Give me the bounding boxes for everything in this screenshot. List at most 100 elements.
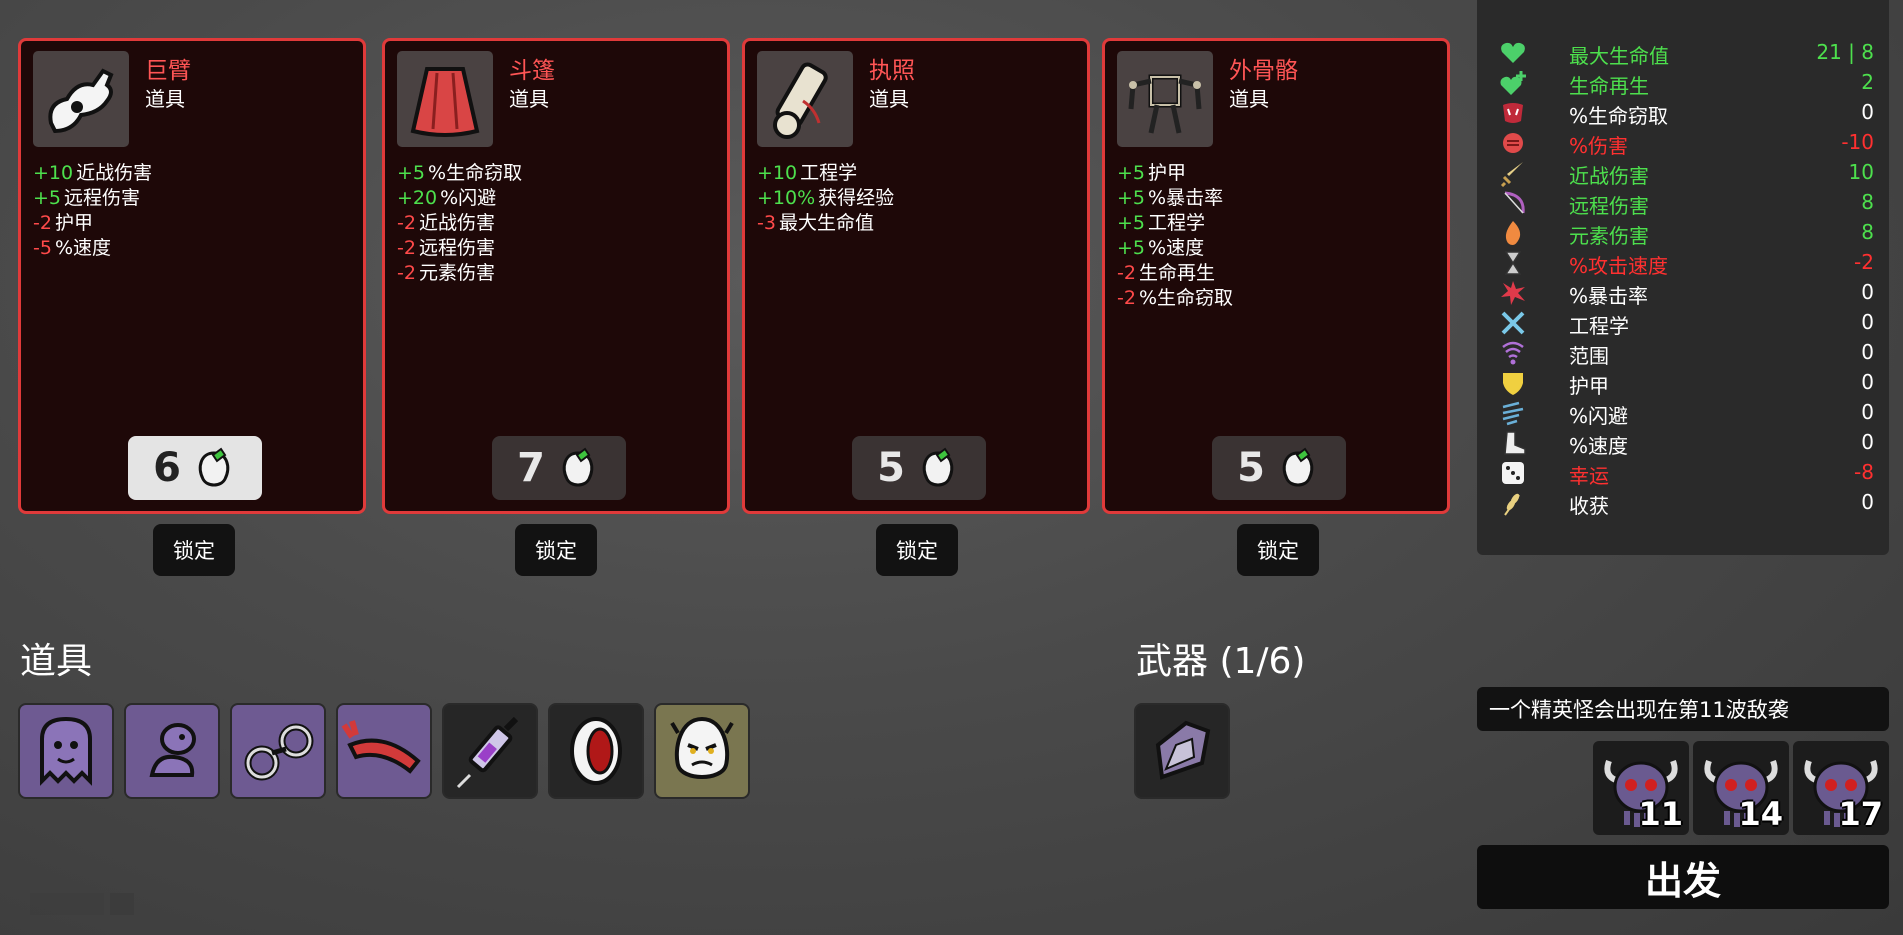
stat-row-dodge[interactable]: %闪避 0 — [1499, 398, 1874, 428]
stat-line: +5 %速度 — [1117, 237, 1205, 259]
cape-icon — [397, 51, 493, 147]
inventory-item-baby-alien[interactable] — [124, 703, 220, 799]
wave-number: 11 — [1638, 795, 1683, 833]
stat-line: -5 %速度 — [33, 237, 112, 259]
stat-line: +5 护甲 — [1117, 162, 1187, 184]
material-icon — [922, 447, 954, 487]
stat-row-ranged-damage[interactable]: 远程伤害 8 — [1499, 188, 1874, 218]
shop-card-cape[interactable]: 斗篷 道具 +5 %生命窃取 +20 %闪避 -2 近战伤害 -2 远程伤害 -2 元素伤… — [382, 38, 730, 514]
elite-wave-message: 一个精英怪会出现在第11波敌袭 — [1477, 687, 1889, 731]
stat-line: -2 近战伤害 — [397, 212, 495, 234]
inventory-item-ghost[interactable] — [18, 703, 114, 799]
price-value: 5 — [1237, 445, 1265, 491]
stat-row-engineering[interactable]: 工程学 0 — [1499, 308, 1874, 338]
heart-icon — [1501, 42, 1525, 63]
stat-line: +5 远程伤害 — [33, 187, 141, 209]
stat-row-lifesteal[interactable]: %生命窃取 0 — [1499, 98, 1874, 128]
stat-row-elemental-damage[interactable]: 元素伤害 8 — [1499, 218, 1874, 248]
lifesteal-icon — [1503, 103, 1523, 123]
card-title: 巨臂 — [145, 58, 191, 84]
screaming-mouth-icon — [570, 717, 622, 785]
buy-price-button[interactable]: 5 — [852, 436, 986, 500]
elite-wave-marker: 14 — [1693, 741, 1789, 835]
items-section-title: 道具 — [20, 641, 93, 682]
stat-row-harvesting[interactable]: 收获 0 — [1499, 488, 1874, 518]
alien-baby-icon — [149, 723, 196, 777]
stat-row-damage[interactable]: %伤害 -10 — [1499, 128, 1874, 158]
stat-line: -2 生命再生 — [1117, 262, 1215, 284]
stat-row-melee-damage[interactable]: 近战伤害 10 — [1499, 158, 1874, 188]
card-type: 道具 — [1229, 87, 1269, 111]
stat-line: -2 元素伤害 — [397, 262, 495, 284]
shop-card-license[interactable]: 执照 道具 +10 工程学 +10% 获得经验 -3 最大生命值 5 — [742, 38, 1090, 514]
bow-icon — [1504, 191, 1525, 214]
card-title: 外骨骼 — [1229, 58, 1298, 84]
stat-line: +5 工程学 — [1117, 212, 1206, 234]
buy-price-button[interactable]: 7 — [492, 436, 626, 500]
card-type: 道具 — [869, 87, 909, 111]
crystal-shard-icon — [1155, 720, 1211, 780]
inventory-item-syringe[interactable] — [442, 703, 538, 799]
decorative-block — [110, 893, 134, 915]
stat-row-speed[interactable]: %速度 0 — [1499, 428, 1874, 458]
dice-icon — [1502, 462, 1524, 484]
scroll-icon — [757, 51, 853, 147]
go-button[interactable]: 出发 — [1477, 845, 1889, 909]
stat-row-armor[interactable]: 护甲 0 — [1499, 368, 1874, 398]
giant-arm-icon — [33, 51, 129, 147]
crit-burst-icon — [1501, 281, 1525, 305]
inventory-item-screaming-mouth[interactable] — [548, 703, 644, 799]
stat-line: +10 工程学 — [757, 162, 858, 184]
shop-card-giant-arm[interactable]: 巨臂 道具 +10 近战伤害 +5 远程伤害 -2 护甲 -5 %速度 6 — [18, 38, 366, 514]
regen-heart-icon — [1500, 71, 1526, 95]
card-title: 斗篷 — [509, 58, 555, 84]
stat-line: -2 护甲 — [33, 212, 93, 234]
stat-line: +5 %生命窃取 — [397, 162, 523, 184]
card-stats: +5 护甲 +5 %暴击率 +5 工程学 +5 %速度 -2 生命再生 -2 %生命窃取 — [1117, 161, 1233, 311]
card-stats: +5 %生命窃取 +20 %闪避 -2 近战伤害 -2 远程伤害 -2 元素伤害 — [397, 161, 522, 286]
lock-button[interactable]: 锁定 — [876, 524, 958, 576]
ghost-icon — [40, 716, 92, 786]
wave-number: 14 — [1738, 795, 1783, 833]
stat-row-crit-chance[interactable]: %暴击率 0 — [1499, 278, 1874, 308]
weapon-slot-rock[interactable] — [1134, 703, 1230, 799]
stat-line: +10 近战伤害 — [33, 162, 153, 184]
inventory-item-handcuffs[interactable] — [230, 703, 326, 799]
stat-row-attack-speed[interactable]: %攻击速度 -2 — [1499, 248, 1874, 278]
price-value: 5 — [877, 445, 905, 491]
material-icon — [562, 447, 594, 487]
inventory-item-angry-egg[interactable] — [654, 703, 750, 799]
stat-row-max-hp[interactable]: 最大生命值 21 | 8 — [1499, 38, 1874, 68]
stat-line: +10% 获得经验 — [757, 187, 895, 209]
stat-line: -3 最大生命值 — [757, 212, 874, 234]
inventory-item-bandana[interactable] — [336, 703, 432, 799]
damage-fist-icon — [1503, 133, 1523, 153]
wheat-icon — [1504, 493, 1520, 516]
card-type: 道具 — [145, 87, 185, 111]
shop-card-exoskeleton[interactable]: 外骨骼 道具 +5 护甲 +5 %暴击率 +5 工程学 +5 %速度 -2 生命再生 -2… — [1102, 38, 1450, 514]
wind-dodge-icon — [1502, 401, 1524, 426]
stat-line: -2 %生命窃取 — [1117, 287, 1234, 309]
buy-price-button[interactable]: 6 — [128, 436, 262, 500]
material-icon — [1282, 447, 1314, 487]
price-value: 6 — [153, 445, 181, 491]
lock-button[interactable]: 锁定 — [1237, 524, 1319, 576]
stat-row-hp-regen[interactable]: 生命再生 2 — [1499, 68, 1874, 98]
elite-wave-marker: 17 — [1793, 741, 1889, 835]
card-stats: +10 近战伤害 +5 远程伤害 -2 护甲 -5 %速度 — [33, 161, 152, 261]
lock-button[interactable]: 锁定 — [515, 524, 597, 576]
flame-icon — [1505, 221, 1521, 245]
elite-wave-marker: 11 — [1593, 741, 1689, 835]
stat-line: -2 远程伤害 — [397, 237, 495, 259]
buy-price-button[interactable]: 5 — [1212, 436, 1346, 500]
card-type: 道具 — [509, 87, 549, 111]
wrench-cross-icon — [1501, 311, 1525, 335]
stat-row-luck[interactable]: 幸运 -8 — [1499, 458, 1874, 488]
stat-row-range[interactable]: 范围 0 — [1499, 338, 1874, 368]
hourglass-icon — [1504, 251, 1522, 275]
card-stats: +10 工程学 +10% 获得经验 -3 最大生命值 — [757, 161, 894, 236]
material-icon — [198, 447, 230, 487]
stat-line: +5 %暴击率 — [1117, 187, 1224, 209]
lock-button[interactable]: 锁定 — [153, 524, 235, 576]
player-stats-panel: 最大生命值 21 | 8 生命再生 2 %生命窃取 0 %伤害 -10 近战伤害… — [1477, 0, 1889, 555]
